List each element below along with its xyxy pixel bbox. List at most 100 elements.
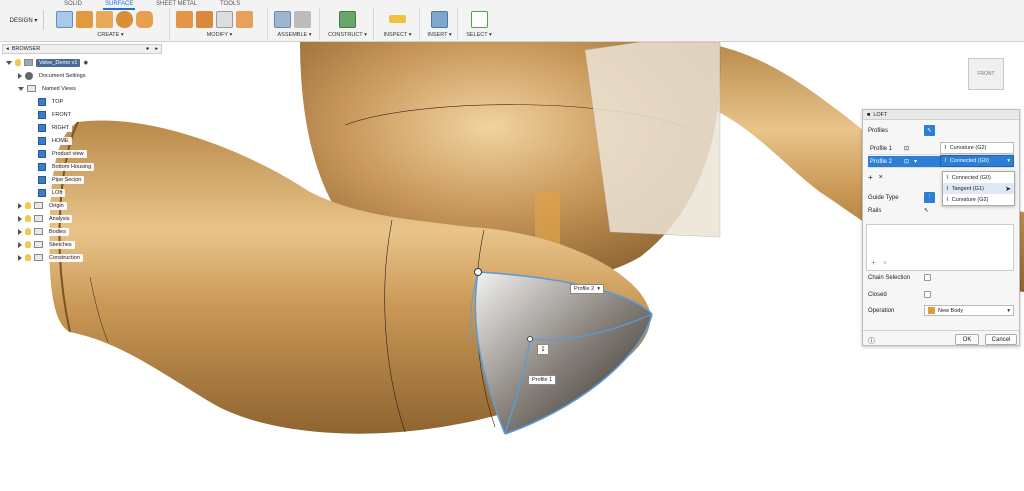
tab-solid[interactable]: SOLID: [62, 0, 84, 8]
sweep-icon[interactable]: [116, 11, 133, 28]
new-component-icon[interactable]: [274, 11, 291, 28]
folder-origin[interactable]: Origin: [18, 200, 67, 211]
loft-icon[interactable]: [136, 11, 153, 28]
insert-menu[interactable]: INSERT ▾: [422, 32, 457, 38]
profile1-canvas-label[interactable]: Profile 1: [528, 375, 557, 385]
design-workspace-button[interactable]: DESIGN ▾: [4, 10, 44, 30]
view-product[interactable]: Product view: [38, 148, 87, 159]
folder-construction[interactable]: Construction: [18, 252, 83, 263]
view-pipe-section[interactable]: Pipe Secion: [38, 174, 85, 185]
expand-icon[interactable]: [18, 86, 24, 91]
option-connected[interactable]: ⌇ Connected (G0): [943, 172, 1014, 183]
folder-label: Analysis: [46, 214, 73, 223]
guide-type-rails-icon[interactable]: ⫶: [924, 192, 935, 203]
rails-list[interactable]: + ×: [866, 224, 1014, 271]
extrude-icon[interactable]: [76, 11, 93, 28]
view-loft[interactable]: LOft: [38, 187, 66, 198]
profile-point-center[interactable]: [527, 336, 533, 342]
document-icon: [24, 59, 33, 66]
revolve-icon[interactable]: [96, 11, 113, 28]
pin-icon[interactable]: ●: [146, 46, 149, 52]
option-curvature[interactable]: ⌇ Curvature (G2): [943, 194, 1014, 205]
closed-checkbox[interactable]: [924, 291, 931, 298]
visibility-bulb-icon[interactable]: [25, 241, 31, 248]
condition-dropdown: ⌇ Connected (G0) ⌇ Tangent (G1) ➤ ⌇ Curv…: [942, 171, 1015, 206]
visibility-bulb-icon[interactable]: [25, 254, 31, 261]
create-menu[interactable]: CREATE ▾: [52, 32, 169, 38]
cancel-button[interactable]: Cancel: [985, 334, 1017, 345]
option-tangent[interactable]: ⌇ Tangent (G1) ➤: [943, 183, 1014, 194]
stitch-icon[interactable]: [236, 11, 253, 28]
folder-label: Origin: [46, 201, 67, 210]
sketch-icon[interactable]: [56, 11, 73, 28]
rails-label: Rails: [868, 207, 882, 214]
viewcube[interactable]: FRONT: [968, 58, 1004, 90]
insert-image-icon[interactable]: [431, 11, 448, 28]
ok-button[interactable]: OK: [955, 334, 979, 345]
inspect-menu[interactable]: INSPECT ▾: [376, 32, 419, 38]
visibility-bulb-icon[interactable]: [15, 59, 21, 66]
chevron-down-icon: ▾: [1007, 158, 1010, 164]
rails-select-cursor-icon[interactable]: ↖: [924, 207, 929, 214]
named-views-node[interactable]: Named Views: [18, 83, 79, 94]
add-rail-icon[interactable]: +: [871, 258, 876, 267]
folder-sketches[interactable]: Sketches: [18, 239, 75, 250]
connected-icon: ⌇: [944, 158, 947, 164]
view-top[interactable]: TOP: [38, 96, 67, 107]
view-right[interactable]: RIGHT: [38, 122, 73, 133]
expand-icon[interactable]: [18, 241, 22, 248]
add-profile-icon[interactable]: +: [868, 173, 873, 182]
expand-icon[interactable]: [18, 228, 22, 235]
view-label: Pipe Secion: [49, 175, 85, 184]
offset-plane-icon[interactable]: [339, 11, 356, 28]
view-label: TOP: [49, 97, 67, 106]
profile-point-top[interactable]: [474, 268, 482, 276]
remove-profile-icon[interactable]: ×: [879, 174, 883, 181]
construct-menu[interactable]: CONSTRUCT ▾: [322, 32, 373, 38]
remove-rail-icon[interactable]: ×: [883, 260, 887, 267]
profiles-select-button[interactable]: ↖: [924, 125, 935, 136]
folder-analysis[interactable]: Analysis: [18, 213, 73, 224]
view-home[interactable]: HOME: [38, 135, 72, 146]
modify-menu[interactable]: MODIFY ▾: [172, 32, 267, 38]
operation-select[interactable]: New Body ▾: [924, 305, 1014, 316]
visibility-bulb-icon[interactable]: [25, 228, 31, 235]
trim-icon[interactable]: [196, 11, 213, 28]
expand-icon[interactable]: [18, 72, 22, 79]
record-icon[interactable]: ◉: [83, 60, 88, 66]
expand-icon[interactable]: [18, 254, 22, 261]
profile1-condition-select[interactable]: ⌇ Curvature (G2): [940, 142, 1014, 154]
collapse-icon[interactable]: ◂: [6, 46, 9, 52]
select-cursor-icon[interactable]: [470, 11, 488, 28]
browser-toggle-icon[interactable]: ▸: [155, 46, 158, 52]
expand-icon[interactable]: [18, 215, 22, 222]
profile2-condition-select[interactable]: ⌇ Connected (G0) ▾: [940, 155, 1014, 167]
closed-label: Closed: [868, 291, 887, 298]
expand-icon[interactable]: [18, 202, 22, 209]
tab-tools[interactable]: TOOLS: [218, 0, 242, 8]
measure-icon[interactable]: [389, 15, 406, 23]
assemble-menu[interactable]: ASSEMBLE ▾: [270, 32, 319, 38]
folder-bodies[interactable]: Bodies: [18, 226, 69, 237]
info-icon[interactable]: ⓘ: [868, 336, 875, 346]
visibility-bulb-icon[interactable]: [25, 202, 31, 209]
loft-title-bar[interactable]: ■ LOFT: [863, 110, 1019, 120]
profile2-canvas-label[interactable]: Profile 2 ▾: [570, 284, 604, 294]
move-manipulator-icon[interactable]: ↧: [537, 344, 549, 355]
expand-icon[interactable]: [6, 60, 12, 65]
profile2-condition-value: Connected (G0): [949, 158, 989, 164]
doc-settings-node[interactable]: Document Settings: [18, 70, 89, 81]
joint-icon[interactable]: [294, 11, 311, 28]
chevron-down-icon[interactable]: ▾: [914, 158, 917, 165]
extend-icon[interactable]: [216, 11, 233, 28]
view-front[interactable]: FRONT: [38, 109, 74, 120]
press-pull-icon[interactable]: [176, 11, 193, 28]
tab-sheet-metal[interactable]: SHEET METAL: [154, 0, 199, 8]
folder-icon: [34, 254, 43, 261]
view-bottom-housing[interactable]: Bottom Housing: [38, 161, 95, 172]
visibility-bulb-icon[interactable]: [25, 215, 31, 222]
document-node[interactable]: Valve_Demo v1 ◉: [6, 57, 88, 68]
loft-dialog-icon: ■: [867, 111, 871, 118]
select-menu[interactable]: SELECT ▾: [460, 32, 498, 38]
chain-selection-checkbox[interactable]: [924, 274, 931, 281]
